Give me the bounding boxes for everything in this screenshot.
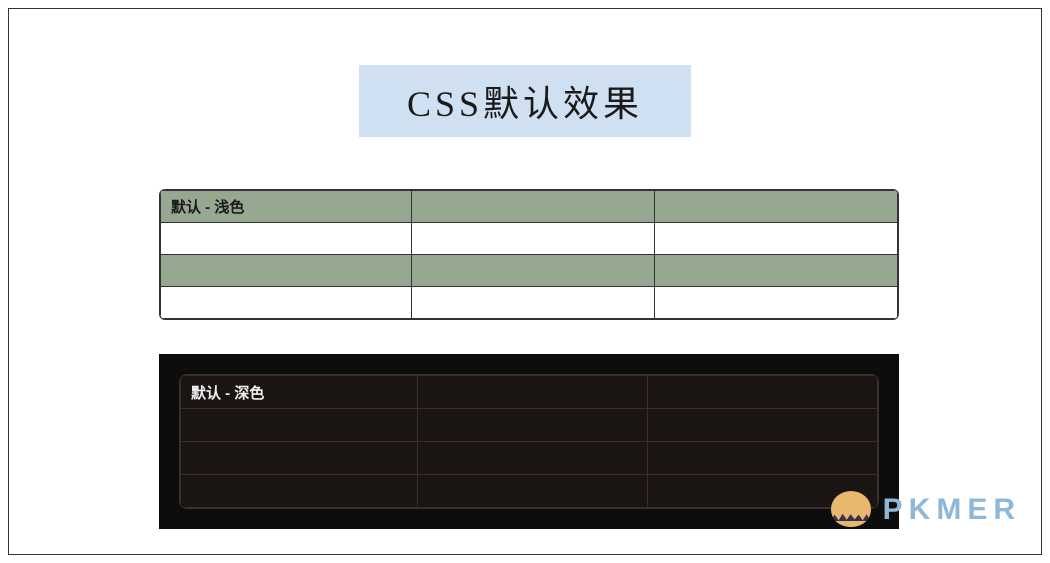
table-cell (417, 475, 647, 508)
table-cell (161, 255, 412, 287)
page-title: CSS默认效果 (359, 65, 691, 137)
table-cell (181, 475, 418, 508)
light-theme-table: 默认 - 浅色 (159, 189, 899, 320)
outer-frame: CSS默认效果 默认 - 浅色 (8, 8, 1042, 555)
table-header-cell (417, 376, 647, 409)
dark-theme-panel: 默认 - 深色 (159, 354, 899, 529)
table-cell (411, 255, 654, 287)
table-row (161, 287, 898, 319)
table-cell (654, 223, 897, 255)
table-cell (654, 255, 897, 287)
table-cell (161, 223, 412, 255)
table-cell (417, 442, 647, 475)
table-cell (411, 287, 654, 319)
table-row (181, 442, 878, 475)
table-header-cell: 默认 - 浅色 (161, 191, 412, 223)
table-cell (411, 223, 654, 255)
table-row (161, 223, 898, 255)
table-cell (417, 409, 647, 442)
dark-theme-table: 默认 - 深色 (179, 374, 879, 509)
table-row (161, 255, 898, 287)
table-cell (654, 287, 897, 319)
table-row (181, 409, 878, 442)
table-header-cell (647, 376, 877, 409)
table-cell (161, 287, 412, 319)
table-header-cell: 默认 - 深色 (181, 376, 418, 409)
table-cell (647, 442, 877, 475)
table-header-cell (654, 191, 897, 223)
watermark: 、・ PKMER (831, 491, 1021, 529)
pkmer-logo-icon: 、・ (831, 491, 875, 529)
table-row: 默认 - 浅色 (161, 191, 898, 223)
table-cell (647, 409, 877, 442)
table-cell (181, 442, 418, 475)
table-row (181, 475, 878, 508)
table-cell (181, 409, 418, 442)
watermark-text: PKMER (883, 493, 1021, 527)
table-row: 默认 - 深色 (181, 376, 878, 409)
table-header-cell (411, 191, 654, 223)
